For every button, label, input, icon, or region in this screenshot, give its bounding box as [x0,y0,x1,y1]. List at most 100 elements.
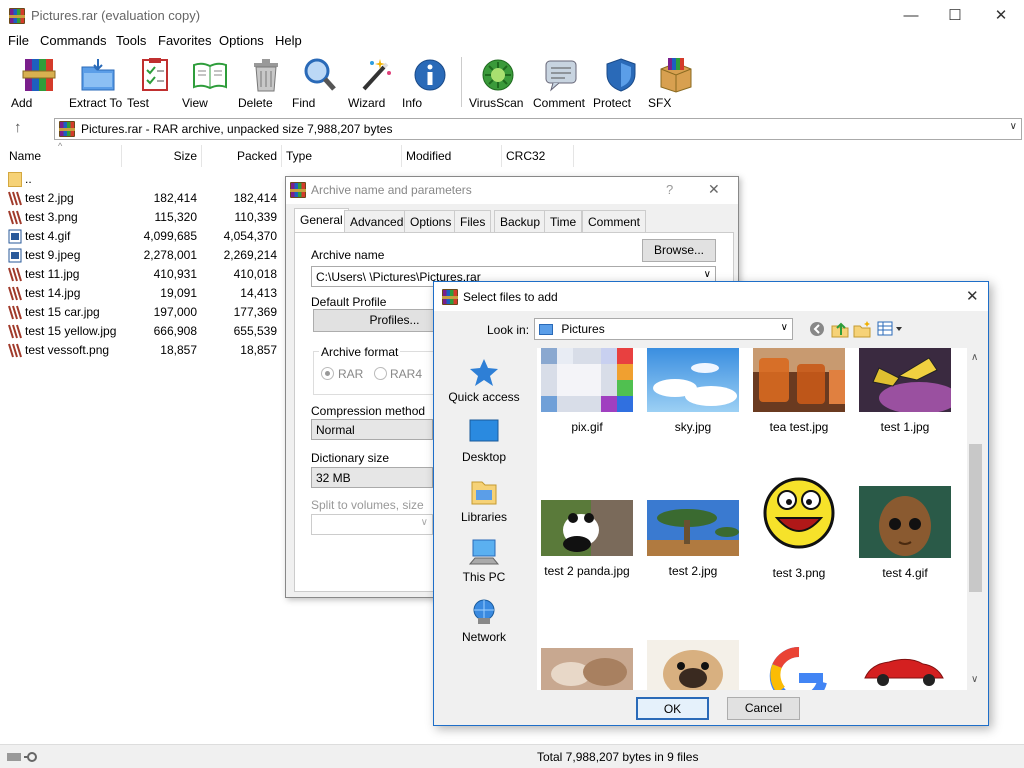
tab-comment[interactable]: Comment [582,210,647,232]
info-button[interactable]: Info [402,55,458,113]
place-quick-access[interactable]: Quick access [440,358,528,404]
vertical-scrollbar[interactable]: ∧ ∨ [967,348,984,690]
menu-help[interactable]: Help [275,33,302,48]
butterfly-thumbnail [859,348,951,412]
status-bar: Total 7,988,207 bytes in 9 files [0,744,1024,768]
view-menu-icon[interactable] [877,321,905,340]
chevron-down-icon[interactable]: ∨ [704,269,711,280]
compression-method-select[interactable]: Normal [311,419,433,440]
tab-time[interactable]: Time [544,210,583,232]
cancel-button[interactable]: Cancel [727,697,800,720]
thumbnail-item[interactable] [855,648,955,690]
thumbnail-item[interactable] [537,648,637,690]
menu-commands[interactable]: Commands [40,33,106,48]
protect-button[interactable]: Protect [593,55,649,113]
ok-button[interactable]: OK [636,697,709,720]
puppies-thumbnail [541,648,633,690]
delete-button[interactable]: Delete [238,55,294,113]
view-button[interactable]: View [182,55,238,113]
back-icon[interactable] [809,321,825,340]
toolbar-separator [461,57,462,107]
dialog-close-button[interactable]: ✕ [966,287,979,305]
maximize-button[interactable]: ☐ [932,0,978,31]
column-modified[interactable]: Modified [402,145,502,167]
dialog-close-button[interactable]: ✕ [708,181,720,198]
add-button[interactable]: Add [11,55,67,113]
new-folder-icon[interactable] [853,320,871,341]
scroll-down-icon[interactable]: ∨ [971,674,978,685]
column-type[interactable]: Type [282,145,402,167]
minimize-button[interactable]: — [888,0,934,31]
winrar-icon [59,121,75,137]
menu-file[interactable]: File [8,33,29,48]
thumbnail-item[interactable]: tea test.jpg [749,348,849,434]
thumbnail-item[interactable]: test 4.gif [855,486,955,580]
close-button[interactable]: ✕ [978,0,1024,31]
wizard-button[interactable]: Wizard [348,55,404,113]
thumbnail-item[interactable]: test 3.png [749,468,849,580]
column-crc32[interactable]: CRC32 [502,145,574,167]
help-button[interactable]: ? [666,182,673,197]
smiley-face-thumbnail [753,468,845,558]
look-in-combo[interactable]: Pictures ∨ [534,318,793,340]
thumbnail-item[interactable]: pix.gif [537,348,637,434]
rar-file-icon [8,191,22,206]
thumbnail-item[interactable] [749,638,849,690]
tab-backup[interactable]: Backup [494,210,547,232]
thumbnail-item[interactable]: test 1.jpg [855,348,955,434]
thumbnail-item[interactable] [643,640,743,690]
rar-file-icon [8,267,22,282]
comment-button[interactable]: Comment [533,55,589,113]
menu-options[interactable]: Options [219,33,264,48]
sfx-button[interactable]: SFX [648,55,704,113]
column-packed[interactable]: Packed [202,145,282,167]
winrar-icon [9,8,25,24]
select-files-dialog: Select files to add ✕ Look in: Pictures … [433,281,989,726]
folder-extract-icon [80,57,116,93]
browse-button[interactable]: Browse... [642,239,716,262]
address-bar: ↑ Pictures.rar - RAR archive, unpacked s… [0,115,1024,143]
dialog-title-bar: Archive name and parameters ? ✕ [286,177,738,204]
column-size[interactable]: Size [122,145,202,167]
thumbnail-item[interactable]: test 2 panda.jpg [537,500,637,578]
rar-radio[interactable] [321,367,334,380]
tea-thumbnail [753,348,845,412]
sky-thumbnail [647,348,739,412]
book-icon [192,57,228,93]
place-this-pc[interactable]: This PC [440,538,528,584]
place-libraries[interactable]: Libraries [440,478,528,524]
menu-bar: File Commands Tools Favorites Options He… [0,31,1024,51]
archive-name-label: Archive name [311,248,385,262]
sfx-box-icon [658,57,694,93]
virusscan-button[interactable]: VirusScan [469,55,527,113]
rar4-radio[interactable] [374,367,387,380]
archive-path-combo[interactable]: Pictures.rar - RAR archive, unpacked siz… [54,118,1022,140]
split-volumes-combo[interactable]: ∨ [311,514,433,535]
tab-advanced[interactable]: Advanced [344,210,410,232]
extract-to-button[interactable]: Extract To [69,55,127,113]
chevron-down-icon[interactable]: ∨ [781,322,788,333]
scrollbar-thumb[interactable] [969,444,982,592]
scroll-up-icon[interactable]: ∧ [971,352,978,363]
add-archive-icon [21,57,57,93]
up-arrow-icon[interactable]: ↑ [14,119,22,136]
trash-icon [248,57,284,93]
virus-icon [480,57,516,93]
tab-general[interactable]: General [294,208,349,232]
place-network[interactable]: Network [440,598,528,644]
menu-favorites[interactable]: Favorites [158,33,211,48]
winrar-icon [442,289,458,305]
sort-ascending-icon: ^ [58,141,63,151]
dictionary-size-select[interactable]: 32 MB [311,467,433,488]
tab-options[interactable]: Options [404,210,458,232]
thumbnail-item[interactable]: test 2.jpg [643,500,743,578]
chevron-down-icon[interactable]: ∨ [1010,121,1017,132]
menu-tools[interactable]: Tools [116,33,146,48]
find-button[interactable]: Find [292,55,348,113]
up-folder-icon[interactable] [831,320,849,341]
tab-files[interactable]: Files [454,210,492,232]
test-button[interactable]: Test [127,55,183,113]
thumbnail-item[interactable]: sky.jpg [643,348,743,434]
place-desktop[interactable]: Desktop [440,418,528,464]
pictures-folder-icon [539,324,553,336]
